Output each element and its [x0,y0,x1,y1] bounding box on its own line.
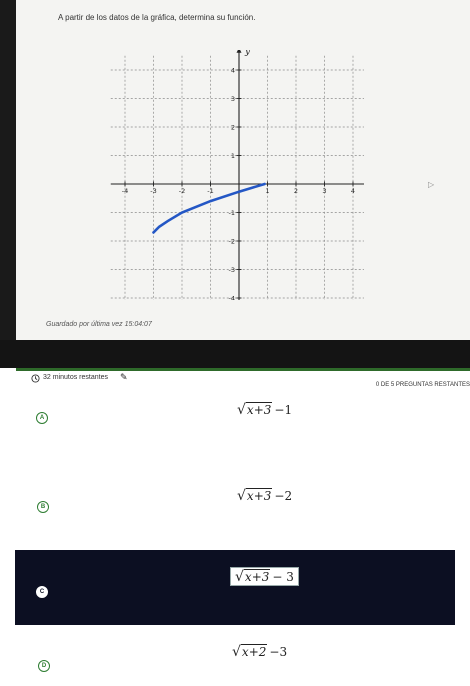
x-tick-label: 3 [322,187,326,195]
question-text: A partir de los datos de la gráfica, det… [58,13,256,22]
y-tick-label: 2 [231,124,235,132]
mouse-cursor-icon: ▷ [428,180,435,189]
photo-frame-left [0,0,16,345]
y-tick-label: 1 [231,152,235,160]
timer-text: 32 minutos restantes [43,374,108,381]
x-tick-label: -1 [207,187,213,195]
option-d-badge[interactable]: D [38,660,50,672]
option-b-formula: √ x+3 −2 [237,488,293,504]
option-c-highlight[interactable] [15,550,455,625]
option-b-constant: −2 [274,489,293,503]
option-a-constant: −1 [274,403,293,417]
y-tick-label: -2 [229,238,235,246]
function-graph: -4-3-2-112344321-1-2-3-4 y x [110,50,364,301]
option-a-badge[interactable]: A [36,412,48,424]
y-tick-label: 4 [231,67,235,75]
pencil-icon[interactable]: ✎ [120,372,128,383]
y-tick-label: -4 [229,295,235,301]
option-b-badge[interactable]: B [37,501,49,513]
saved-timestamp: Guardado por última vez 15:04:07 [46,321,152,328]
questions-remaining: 0 DE 5 PREGUNTAS RESTANTES [375,382,470,388]
x-tick-label: -4 [122,187,128,195]
x-tick-label: -2 [179,187,185,195]
y-axis-arrow-icon [236,50,242,53]
status-bar: 32 minutos restantes ✎ 0 DE 5 PREGUNTAS … [16,368,470,395]
x-tick-label: 1 [265,187,269,195]
y-tick-label: -3 [229,266,235,274]
y-tick-label: -1 [229,209,235,217]
x-tick-label: 4 [351,187,355,195]
option-c-constant: − 3 [272,570,294,584]
option-a-formula: √ x+3 −1 [237,402,293,418]
y-tick-label: 3 [231,95,235,103]
x-tick-label: -3 [150,187,156,195]
photo-frame-gap [0,340,470,368]
option-d-constant: −3 [269,645,288,659]
option-d-formula: √ x+2 −3 [232,644,288,660]
x-tick-label: 2 [294,187,298,195]
option-b-radicand: x+3 [245,488,273,503]
timer-icon [31,374,40,383]
option-c-radicand: x+3 [243,569,271,584]
option-c-formula: √ x+3 − 3 [230,567,299,586]
y-axis-label: y [244,50,251,57]
option-d-radicand: x+2 [240,644,268,659]
option-c-badge[interactable]: C [36,586,48,598]
option-a-radicand: x+3 [245,402,273,417]
